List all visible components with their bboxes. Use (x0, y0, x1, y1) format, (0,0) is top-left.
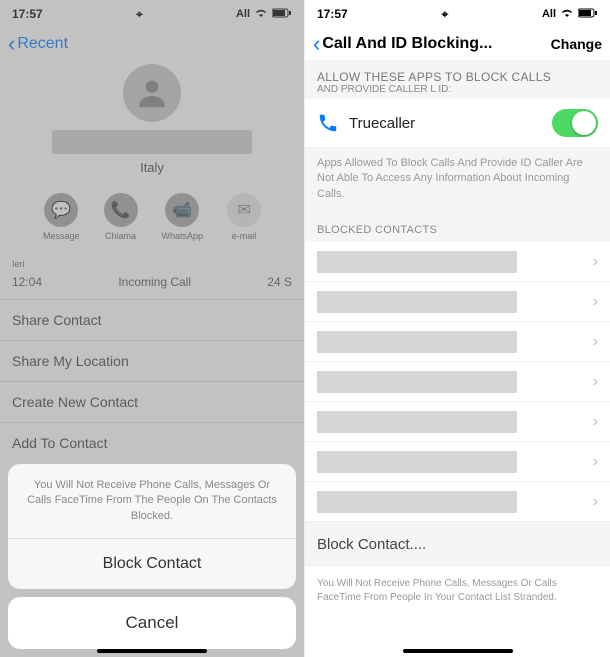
block-contact-button[interactable]: Block Contact (8, 539, 296, 589)
chevron-right-icon: › (593, 413, 598, 431)
back-button[interactable]: ‹ Call And ID Blocking... (313, 31, 492, 57)
status-time: 17:57 (12, 7, 43, 21)
phone-icon (317, 112, 339, 134)
blocked-contact-row[interactable]: › (305, 402, 610, 442)
message-icon: 💬 (51, 200, 71, 220)
app-description: Apps Allowed To Block Calls And Provide … (305, 148, 610, 216)
wifi-icon (560, 8, 574, 21)
chevron-right-icon: › (593, 373, 598, 391)
sheet-message: You Will Not Receive Phone Calls, Messag… (8, 464, 296, 539)
battery-icon (272, 8, 292, 21)
nav-bar: ‹ Recent (0, 28, 304, 60)
chevron-left-icon: ‹ (313, 31, 320, 57)
chevron-left-icon: ‹ (8, 31, 15, 57)
wifi-icon (254, 8, 268, 21)
contact-name (52, 130, 252, 154)
email-icon: ✉ (237, 200, 250, 220)
info-time: 12:04 (12, 275, 42, 289)
status-location-icon: ⌖ (441, 7, 448, 22)
blocked-contact-row[interactable]: › (305, 282, 610, 322)
block-contact-button[interactable]: Block Contact.... (305, 522, 610, 567)
status-bar: 17:57 ⌖ All (0, 0, 304, 28)
blocked-contact-row[interactable]: › (305, 442, 610, 482)
nav-title: Call And ID Blocking... (322, 35, 492, 53)
contact-country: Italy (140, 160, 164, 175)
share-location-row[interactable]: Share My Location (0, 340, 304, 381)
cancel-button[interactable]: Cancel (8, 597, 296, 649)
whatsapp-button[interactable]: 📹 WhatsApp (162, 193, 204, 241)
chevron-right-icon: › (593, 453, 598, 471)
avatar (123, 64, 181, 122)
whatsapp-label: WhatsApp (162, 231, 204, 241)
status-time: 17:57 (317, 7, 348, 21)
chevron-right-icon: › (593, 253, 598, 271)
back-label: Recent (17, 35, 68, 53)
create-contact-row[interactable]: Create New Contact (0, 381, 304, 422)
message-button[interactable]: 💬 Message (43, 193, 80, 241)
info-day-label: Ieri (12, 259, 292, 269)
section-subtitle: AND PROVIDE CALLER L ID: (317, 84, 598, 95)
blocked-contact-row[interactable]: › (305, 242, 610, 282)
message-label: Message (43, 231, 80, 241)
nav-bar: ‹ Call And ID Blocking... Change (305, 28, 610, 60)
chevron-right-icon: › (593, 333, 598, 351)
chevron-right-icon: › (593, 293, 598, 311)
home-indicator[interactable] (403, 649, 513, 653)
blocked-contact-row[interactable]: › (305, 322, 610, 362)
email-label: e-mail (232, 231, 257, 241)
blocked-contact-row[interactable]: › (305, 362, 610, 402)
status-carrier: All (542, 8, 556, 20)
video-icon: 📹 (172, 200, 192, 220)
battery-icon (578, 8, 598, 21)
share-contact-row[interactable]: Share Contact (0, 299, 304, 340)
truecaller-toggle[interactable] (552, 109, 598, 137)
call-button[interactable]: 📞 Chiama (104, 193, 138, 241)
chevron-right-icon: › (593, 493, 598, 511)
info-type: Incoming Call (118, 275, 191, 289)
phone-icon: 📞 (111, 200, 131, 220)
home-indicator[interactable] (97, 649, 207, 653)
blocked-contact-row[interactable]: › (305, 482, 610, 522)
call-label: Chiama (105, 231, 136, 241)
action-sheet: You Will Not Receive Phone Calls, Messag… (8, 464, 296, 649)
app-name: Truecaller (349, 115, 552, 132)
add-contact-row[interactable]: Add To Contact (0, 422, 304, 463)
blocked-contacts-header: BLOCKED CONTACTS (305, 216, 610, 242)
status-location-icon: ⌖ (136, 7, 143, 22)
truecaller-row: Truecaller (305, 99, 610, 148)
change-button[interactable]: Change (551, 36, 602, 52)
back-button[interactable]: ‹ Recent (8, 31, 68, 57)
info-duration: 24 S (267, 275, 292, 289)
footer-text: You Will Not Receive Phone Calls, Messag… (305, 567, 610, 615)
section-title: ALLOW THESE APPS TO BLOCK CALLS (317, 70, 598, 84)
status-carrier: All (236, 8, 250, 20)
email-button[interactable]: ✉ e-mail (227, 193, 261, 241)
blocked-contacts-list: › › › › › › › (305, 242, 610, 522)
status-bar: 17:57 ⌖ All (305, 0, 610, 28)
